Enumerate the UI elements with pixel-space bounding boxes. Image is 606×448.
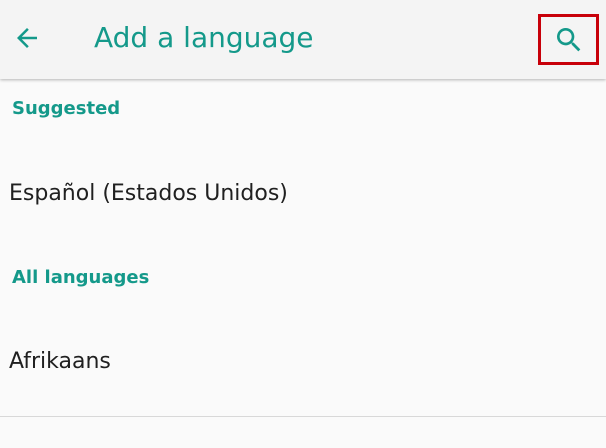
language-item-afrikaans[interactable]: Afrikaans [0,332,606,392]
back-button[interactable] [4,12,50,64]
section-header-all-languages: All languages [12,267,150,288]
search-icon [556,27,580,51]
section-header-suggested: Suggested [12,98,121,119]
language-label: Español (Estados Unidos) [9,181,288,206]
page-title: Add a language [94,21,314,54]
arrow-back-icon [17,28,37,48]
list-divider [0,416,606,417]
language-label: Afrikaans [9,349,111,374]
language-list: Suggested Español (Estados Unidos) All l… [0,79,606,448]
search-button[interactable] [538,14,599,65]
language-item-espanol-estados-unidos[interactable]: Español (Estados Unidos) [0,164,606,224]
language-picker-screen: Add a language Suggested Español (Estado… [0,0,606,448]
app-toolbar: Add a language [0,0,606,79]
